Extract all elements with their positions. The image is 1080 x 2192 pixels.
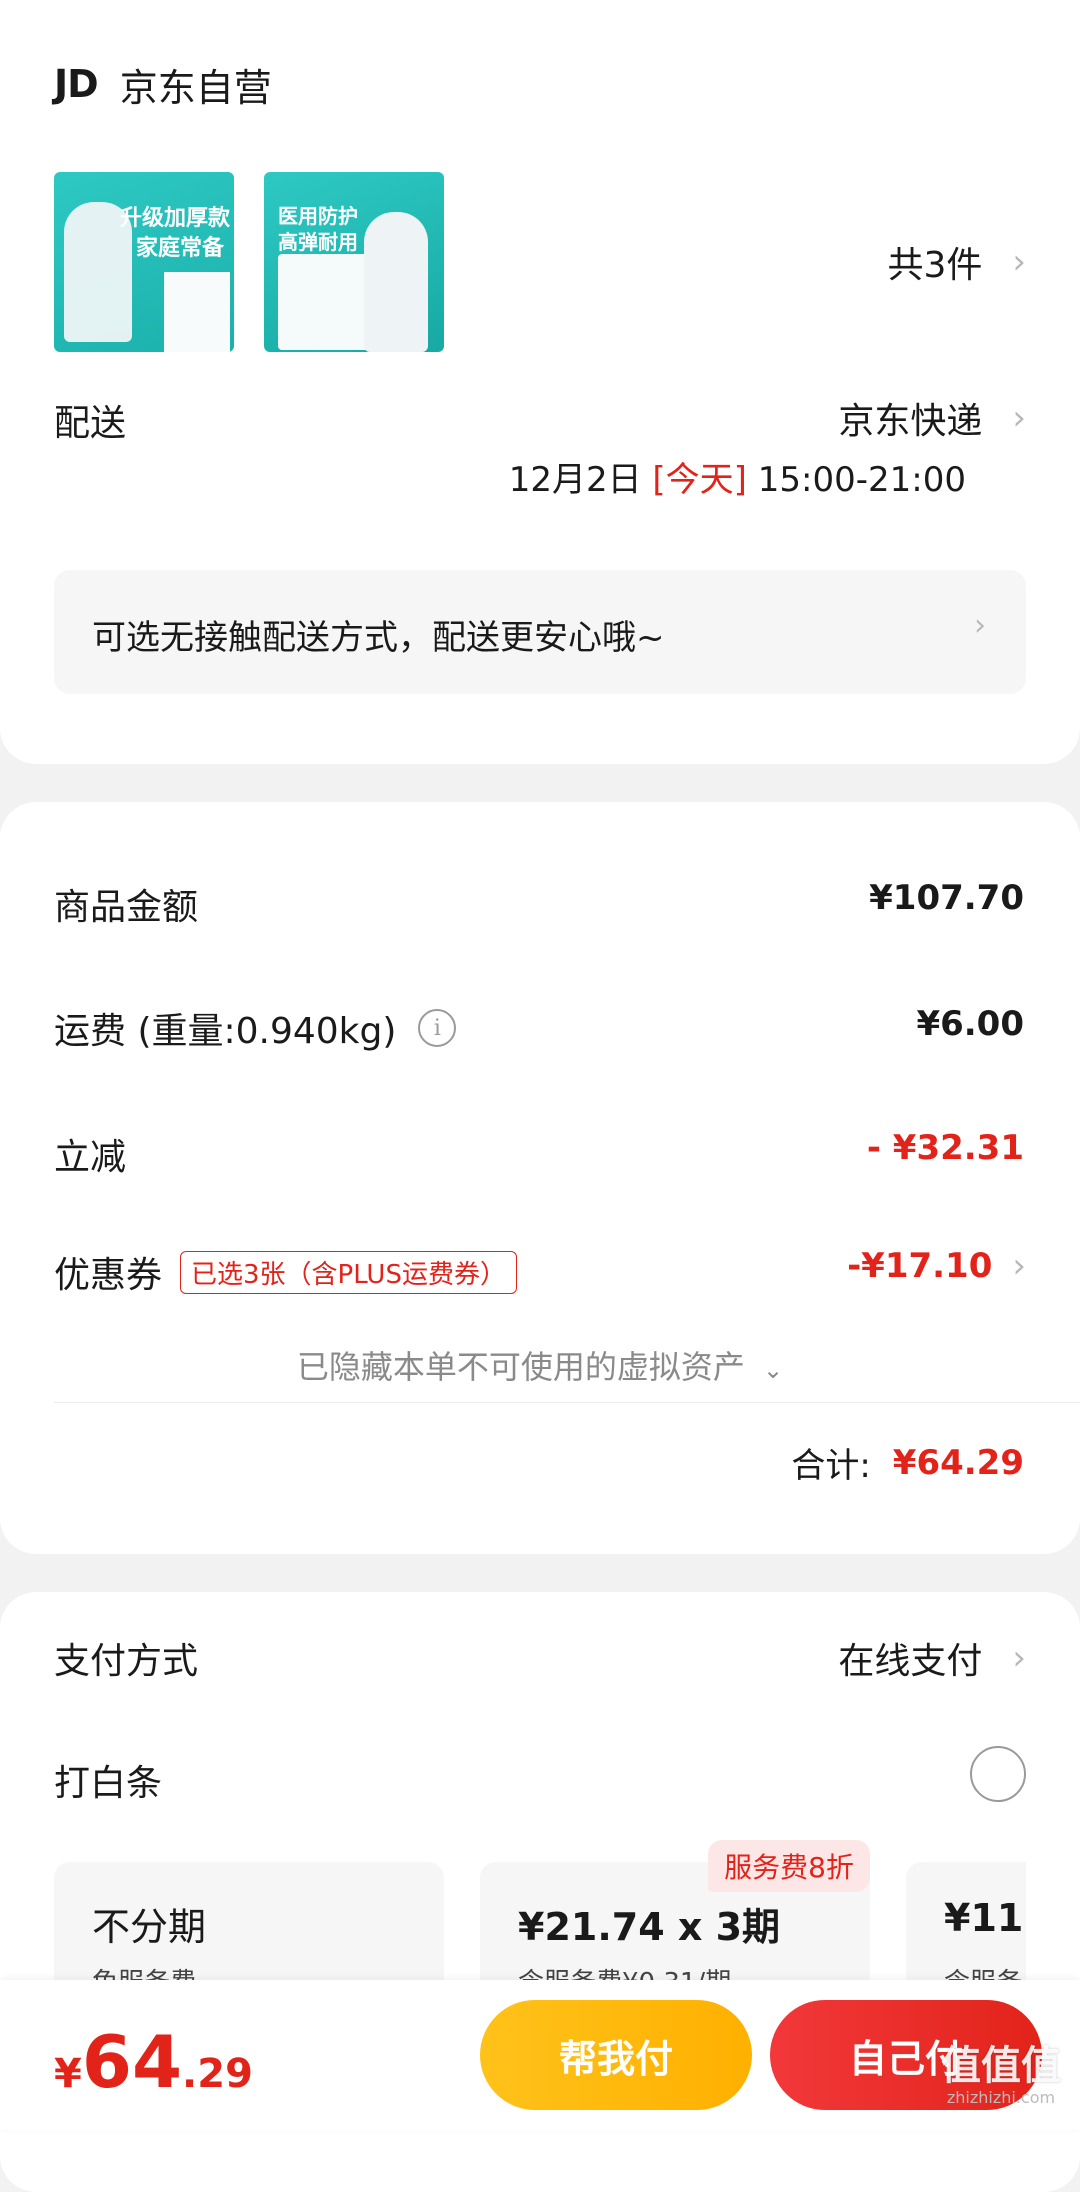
chevron-right-icon: › xyxy=(1012,398,1026,438)
watermark-url: zhizhizhi.com xyxy=(946,2088,1056,2107)
coupon-label: 优惠券 xyxy=(54,1255,163,1296)
delivery-today-tag: [今天] xyxy=(652,460,747,500)
chevron-right-icon: › xyxy=(1012,1246,1026,1286)
items-amount-value: ¥107.70 xyxy=(869,878,1024,918)
chevron-right-icon: › xyxy=(974,608,986,643)
product-thumb-1[interactable]: 升级加厚款 家庭常备 xyxy=(54,172,234,352)
shipping-value: ¥6.00 xyxy=(916,1004,1024,1044)
payment-method-value: 在线支付 xyxy=(838,1641,983,1682)
thumb1-line1: 升级加厚款 xyxy=(120,206,231,231)
shop-name: 京东自营 xyxy=(119,65,272,110)
service-fee-badge: 服务费8折 xyxy=(708,1840,870,1892)
info-icon[interactable]: i xyxy=(418,1009,457,1047)
delivery-label: 配送 xyxy=(54,403,127,444)
payment-method-row[interactable]: 在线支付 › xyxy=(838,1632,1026,1684)
footer-amount-dec: .29 xyxy=(182,2051,253,2097)
contactless-text: 可选无接触配送方式，配送更安心哦~ xyxy=(92,618,665,658)
coupon-row: 优惠券 已选3张（含PLUS运费券） xyxy=(54,1246,517,1298)
coupon-value: -¥17.10 xyxy=(847,1246,993,1286)
hidden-assets-text: 已隐藏本单不可使用的虚拟资产 xyxy=(296,1348,745,1386)
help-pay-button[interactable]: 帮我付 xyxy=(480,2000,752,2110)
product-count[interactable]: 共3件 › xyxy=(887,236,1026,288)
thumb1-line2: 家庭常备 xyxy=(136,236,225,261)
chevron-right-icon: › xyxy=(1012,1638,1026,1678)
price-summary-card: 商品金额 ¥107.70 运费 (重量:0.940kg) i ¥6.00 立减 … xyxy=(0,802,1080,1554)
baitiao-radio[interactable] xyxy=(970,1746,1026,1802)
product-thumb-2[interactable]: 医用防护 高弹耐用 xyxy=(264,172,444,352)
plan-title: ¥21.74 x 3期 xyxy=(518,1905,781,1949)
order-info-card: JD 京东自营 升级加厚款 家庭常备 医用防护 高弹耐用 共3件 › 配送 京东… xyxy=(0,0,1080,764)
plan-title: ¥11.0 xyxy=(944,1896,1026,1940)
watermark-logo: 值值值 xyxy=(941,2043,1061,2089)
chevron-right-icon: › xyxy=(1012,242,1026,282)
thumb2-line2: 高弹耐用 xyxy=(278,230,358,254)
total-value: ¥64.29 xyxy=(892,1442,1024,1483)
delivery-carrier: 京东快递 xyxy=(838,401,983,442)
checkout-bar: ¥64.29 帮我付 自己付 值值值 zhizhizhi.com xyxy=(0,1980,1080,2130)
delivery-date: 12月2日 xyxy=(508,460,642,500)
product-count-label: 共3件 xyxy=(887,245,983,286)
total-label: 合计: xyxy=(791,1446,871,1486)
discount-label: 立减 xyxy=(54,1137,127,1178)
delivery-carrier-row[interactable]: 京东快递 › xyxy=(838,392,1026,444)
plan-title: 不分期 xyxy=(92,1905,207,1949)
shop-header: JD 京东自营 xyxy=(54,54,272,114)
total-row: 合计: ¥64.29 xyxy=(791,1438,1024,1487)
items-amount-label: 商品金额 xyxy=(54,887,199,928)
contactless-delivery-banner[interactable]: 可选无接触配送方式，配送更安心哦~ › xyxy=(54,570,1026,694)
chevron-down-icon: ⌄ xyxy=(763,1356,784,1384)
discount-value: - ¥32.31 xyxy=(866,1128,1024,1168)
payment-method-label: 支付方式 xyxy=(54,1641,199,1682)
thumb2-line1: 医用防护 xyxy=(278,204,358,228)
shipping-label: 运费 (重量:0.940kg) xyxy=(54,1011,397,1052)
hidden-assets-toggle[interactable]: 已隐藏本单不可使用的虚拟资产 ⌄ xyxy=(0,1342,1080,1388)
baitiao-label: 打白条 xyxy=(54,1763,163,1804)
divider xyxy=(54,1402,1080,1403)
coupon-badge[interactable]: 已选3张（含PLUS运费券） xyxy=(180,1250,517,1294)
footer-amount-int: 64 xyxy=(81,2020,183,2104)
shipping-row: 运费 (重量:0.940kg) i xyxy=(54,1002,457,1054)
delivery-time: 12月2日 [今天] 15:00-21:00 xyxy=(509,452,966,501)
watermark: 值值值 zhizhizhi.com xyxy=(926,2044,1076,2107)
coupon-value-row[interactable]: -¥17.10 › xyxy=(847,1246,1026,1286)
delivery-time-range: 15:00-21:00 xyxy=(757,460,966,500)
footer-currency: ¥ xyxy=(54,2051,82,2097)
footer-total: ¥64.29 xyxy=(54,2020,253,2104)
jd-logo: JD xyxy=(54,62,99,106)
